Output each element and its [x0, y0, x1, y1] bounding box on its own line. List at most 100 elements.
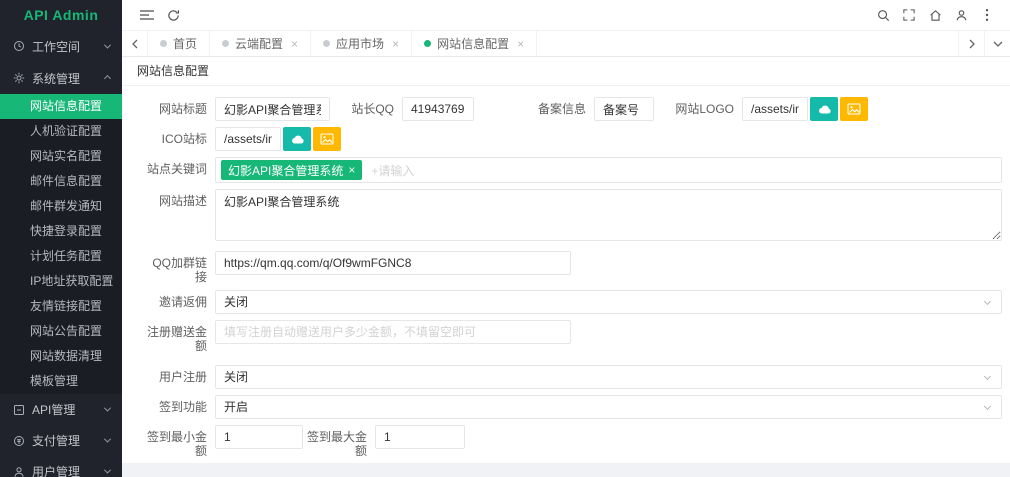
signin-max-input[interactable]: [375, 425, 465, 449]
signin-min-input[interactable]: [215, 425, 303, 449]
signin-select[interactable]: 开启: [215, 395, 1002, 419]
chevron-down-icon: [983, 372, 992, 381]
tab-home[interactable]: 首页: [148, 31, 211, 56]
tab-app-market[interactable]: 应用市场 ×: [311, 31, 413, 56]
ico-label: ICO站标: [161, 132, 207, 146]
tab-cloud-config[interactable]: 云端配置 ×: [210, 31, 312, 56]
invite-rebate-select[interactable]: 关闭: [215, 290, 1002, 314]
logo-path-input[interactable]: [742, 97, 808, 121]
tab-status-dot: [424, 40, 432, 47]
user-register-value: 关闭: [224, 370, 249, 384]
logo-preview-button[interactable]: [840, 97, 868, 121]
gear-icon: [13, 72, 25, 84]
sidebar: API Admin 工作空间 系统管理 网站信息配置 人机验证配置 网站实名配置…: [0, 0, 122, 477]
invite-rebate-value: 关闭: [224, 295, 249, 309]
home-icon[interactable]: [922, 3, 948, 27]
tabs-scroll-left-button[interactable]: [122, 31, 148, 56]
page-title: 网站信息配置: [122, 57, 1010, 86]
logo-upload-button[interactable]: [810, 97, 838, 121]
sidebar-item-label: 支付管理: [32, 434, 81, 448]
qq-group-input[interactable]: [215, 251, 571, 275]
chevron-up-icon: [103, 74, 112, 82]
form-row-register-gift: 注册赠送金额: [143, 320, 1002, 353]
api-icon: [14, 404, 24, 415]
refresh-icon[interactable]: [160, 3, 186, 27]
ico-upload-button[interactable]: [283, 127, 311, 151]
sidebar-item-label: 系统管理: [32, 71, 81, 86]
more-kebab-icon[interactable]: [974, 3, 1000, 27]
tab-close-icon[interactable]: ×: [392, 37, 399, 51]
user-icon[interactable]: [948, 3, 974, 27]
qq-label: 站长QQ: [351, 102, 394, 116]
keyword-tag: 幻影API聚合管理系统 ×: [221, 160, 363, 180]
register-gift-input[interactable]: [215, 320, 571, 344]
sidebar-item-label: 用户管理: [32, 465, 81, 477]
form-row-keywords: 站点关键词 幻影API聚合管理系统 × +请输入: [143, 157, 1002, 183]
tab-label: 应用市场: [336, 37, 385, 51]
keywords-label: 站点关键词: [146, 162, 207, 176]
chevron-down-icon: [103, 466, 112, 474]
signin-max-label: 签到最大金额: [306, 430, 367, 458]
sidebar-item-captcha[interactable]: 人机验证配置: [0, 119, 122, 144]
form-row-ico: ICO站标: [143, 127, 1002, 151]
sidebar-item-site-info[interactable]: 网站信息配置: [0, 94, 122, 119]
top-navbar: [122, 0, 1010, 30]
site-info-form: 网站标题 站长QQ 备案信息 网站LOGO: [122, 86, 1010, 463]
menu-fold-icon[interactable]: [134, 3, 160, 27]
search-icon[interactable]: [870, 3, 896, 27]
sidebar-item-users[interactable]: 用户管理: [0, 456, 122, 477]
qq-group-label: QQ加群链接: [152, 256, 207, 284]
tabs-scroll-right-button[interactable]: [958, 31, 984, 56]
beian-input[interactable]: [594, 97, 654, 121]
sidebar-item-label: 工作空间: [32, 39, 81, 54]
form-row-signin: 签到功能 开启: [143, 395, 1002, 419]
sidebar-item-template[interactable]: 模板管理: [0, 369, 122, 394]
sidebar-item-quick-login[interactable]: 快捷登录配置: [0, 219, 122, 244]
qq-input[interactable]: [402, 97, 474, 121]
sidebar-item-api[interactable]: API管理: [0, 394, 122, 425]
sidebar-item-cron[interactable]: 计划任务配置: [0, 244, 122, 269]
sidebar-item-realname[interactable]: 网站实名配置: [0, 144, 122, 169]
form-row-invite-rebate: 邀请返佣 关闭: [143, 290, 1002, 314]
tab-site-info[interactable]: 网站信息配置 ×: [412, 31, 538, 56]
chevron-down-icon: [993, 41, 1002, 47]
tag-close-icon[interactable]: ×: [348, 164, 355, 176]
form-row-basic: 网站标题 站长QQ 备案信息 网站LOGO: [143, 97, 1002, 121]
keywords-placeholder: +请输入: [371, 163, 415, 178]
ico-path-input[interactable]: [215, 127, 281, 151]
sidebar-item-payment[interactable]: 支付管理: [0, 425, 122, 456]
user-register-select[interactable]: 关闭: [215, 365, 1002, 389]
sidebar-item-mail-notify[interactable]: 邮件群发通知: [0, 194, 122, 219]
tab-label: 首页: [173, 37, 198, 51]
cloud-upload-icon: [291, 135, 304, 144]
form-row-description: 网站描述 幻影API聚合管理系统: [143, 189, 1002, 241]
sidebar-item-system[interactable]: 系统管理: [0, 62, 122, 94]
main-area: 首页 云端配置 × 应用市场 × 网站信息配置 × 网站信息配置 网站标题 幻影…: [122, 0, 1010, 477]
tab-label: 网站信息配置: [437, 37, 510, 51]
beian-label: 备案信息: [537, 102, 586, 116]
sidebar-item-ip-config[interactable]: IP地址获取配置: [0, 269, 122, 294]
tab-close-icon[interactable]: ×: [517, 37, 524, 51]
sidebar-item-mail-info[interactable]: 邮件信息配置: [0, 169, 122, 194]
chevron-down-icon: [983, 297, 992, 306]
tab-close-icon[interactable]: ×: [291, 37, 298, 51]
logo-label: 网站LOGO: [675, 102, 734, 116]
chevron-left-icon: [131, 39, 137, 48]
site-title-input[interactable]: [215, 97, 330, 121]
cloud-upload-icon: [818, 105, 831, 114]
description-textarea[interactable]: 幻影API聚合管理系统: [215, 189, 1002, 241]
sidebar-item-friend-links[interactable]: 友情链接配置: [0, 294, 122, 319]
app-logo-title: API Admin: [23, 7, 99, 23]
sidebar-item-label: API管理: [32, 403, 76, 417]
fullscreen-icon[interactable]: [896, 3, 922, 27]
sidebar-item-data-clean[interactable]: 网站数据清理: [0, 344, 122, 369]
image-icon: [847, 103, 861, 115]
tab-status-dot: [160, 40, 167, 47]
ico-preview-button[interactable]: [313, 127, 341, 151]
chevron-down-icon: [983, 402, 992, 411]
tabs-menu-button[interactable]: [984, 31, 1010, 56]
keywords-input[interactable]: 幻影API聚合管理系统 × +请输入: [215, 157, 1002, 183]
navbar-right-group: [870, 3, 1000, 27]
sidebar-item-workspace[interactable]: 工作空间: [0, 30, 122, 62]
sidebar-item-announcement[interactable]: 网站公告配置: [0, 319, 122, 344]
